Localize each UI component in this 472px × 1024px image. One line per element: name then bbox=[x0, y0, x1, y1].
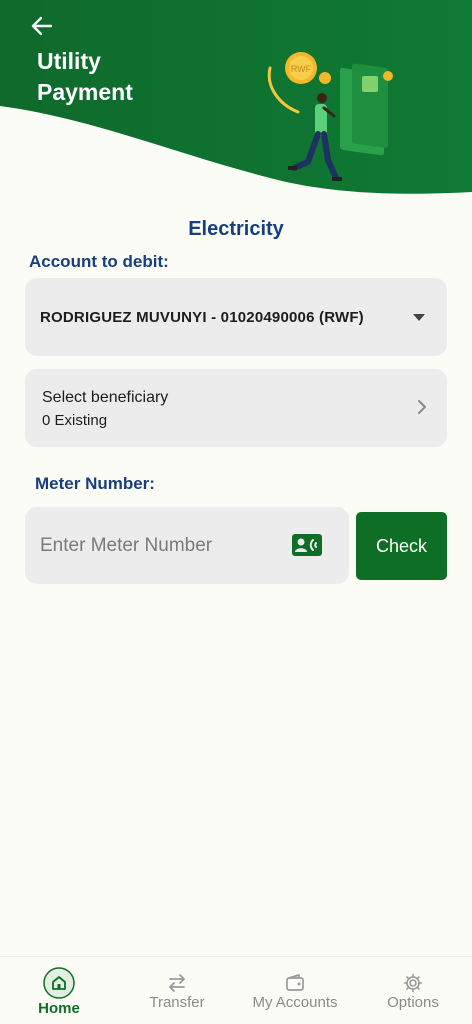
coin-label: RWF bbox=[291, 64, 312, 74]
nav-item-options[interactable]: Options bbox=[354, 957, 472, 1024]
meter-number-field bbox=[25, 507, 349, 584]
account-dropdown[interactable]: RODRIGUEZ MUVUNYI - 01020490006 (RWF) bbox=[25, 278, 447, 356]
nav-item-transfer[interactable]: Transfer bbox=[118, 957, 236, 1024]
nav-label-home: Home bbox=[38, 1000, 80, 1017]
nav-item-home[interactable]: Home bbox=[0, 957, 118, 1024]
payment-illustration: RWF bbox=[267, 52, 393, 181]
nav-label-my-accounts: My Accounts bbox=[252, 994, 338, 1011]
nav-label-transfer: Transfer bbox=[149, 994, 205, 1011]
arrow-left-icon bbox=[31, 16, 53, 36]
check-button[interactable]: Check bbox=[356, 512, 447, 580]
gear-icon bbox=[403, 973, 423, 993]
account-label: Account to debit: bbox=[29, 252, 169, 271]
transfer-icon bbox=[169, 974, 185, 992]
wallet-icon bbox=[286, 974, 304, 991]
nav-label-options: Options bbox=[387, 994, 439, 1011]
page-title: Utility Payment bbox=[37, 46, 197, 108]
header-banner: Utility Payment RWF bbox=[0, 0, 472, 200]
home-icon bbox=[43, 967, 75, 999]
meter-label: Meter Number: bbox=[35, 474, 155, 493]
nav-item-my-accounts[interactable]: My Accounts bbox=[236, 957, 354, 1024]
beneficiary-count: 0 Existing bbox=[42, 412, 108, 429]
page-title-line2: Payment bbox=[37, 79, 133, 105]
chevron-right-icon bbox=[418, 400, 426, 414]
beneficiary-title: Select beneficiary bbox=[42, 389, 169, 406]
meter-number-input[interactable] bbox=[25, 507, 285, 584]
caret-down-icon bbox=[413, 314, 425, 321]
bottom-navigation: Home Transfer My Accounts Options bbox=[0, 956, 472, 1024]
page-title-line1: Utility bbox=[37, 48, 101, 74]
section-title: Electricity bbox=[188, 218, 284, 240]
back-button[interactable] bbox=[26, 10, 58, 42]
contact-card-icon[interactable] bbox=[292, 534, 322, 556]
select-beneficiary-button[interactable]: Select beneficiary 0 Existing bbox=[25, 369, 447, 447]
account-selected-value: RODRIGUEZ MUVUNYI - 01020490006 (RWF) bbox=[40, 308, 364, 326]
